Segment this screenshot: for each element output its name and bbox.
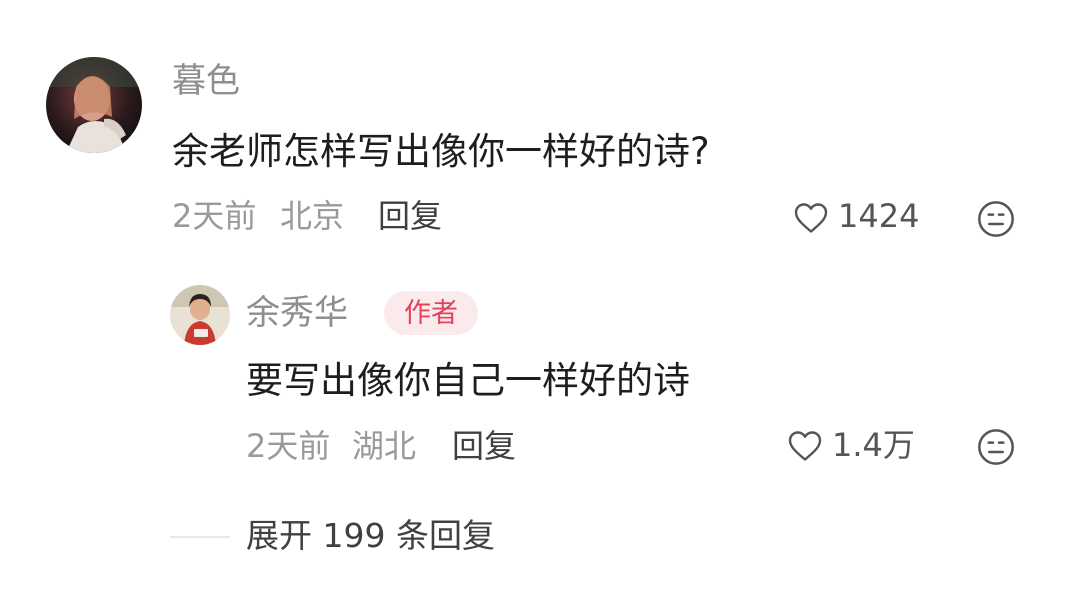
reply-text: 要写出像你自己一样好的诗 bbox=[246, 359, 690, 402]
heart-outline-icon[interactable] bbox=[792, 200, 830, 236]
reply-like-count: 1.4万 bbox=[832, 426, 915, 464]
expand-divider bbox=[170, 536, 230, 538]
comment-timestamp: 2天前 bbox=[172, 197, 257, 235]
comment-text: 余老师怎样写出像你一样好的诗? bbox=[172, 130, 710, 173]
commenter-avatar-image bbox=[46, 57, 142, 153]
heart-outline-icon[interactable] bbox=[786, 428, 824, 464]
reply-timestamp: 2天前 bbox=[246, 427, 331, 465]
reply-location: 湖北 bbox=[352, 427, 417, 465]
expand-replies-button[interactable]: 展开 199 条回复 bbox=[246, 519, 495, 552]
comment-location: 北京 bbox=[280, 197, 345, 235]
author-username[interactable]: 余秀华 bbox=[246, 296, 348, 330]
reply-reply-button[interactable]: 回复 bbox=[452, 430, 516, 462]
neutral-face-icon[interactable] bbox=[976, 427, 1016, 467]
neutral-face-icon[interactable] bbox=[976, 199, 1016, 239]
author-avatar-image bbox=[170, 285, 230, 345]
comment-like-count: 1424 bbox=[838, 197, 920, 235]
commenter-avatar[interactable] bbox=[46, 57, 142, 153]
author-badge: 作者 bbox=[384, 291, 478, 335]
author-avatar[interactable] bbox=[170, 285, 230, 345]
comment-reply-button[interactable]: 回复 bbox=[378, 200, 442, 232]
commenter-username[interactable]: 暮色 bbox=[172, 64, 240, 98]
